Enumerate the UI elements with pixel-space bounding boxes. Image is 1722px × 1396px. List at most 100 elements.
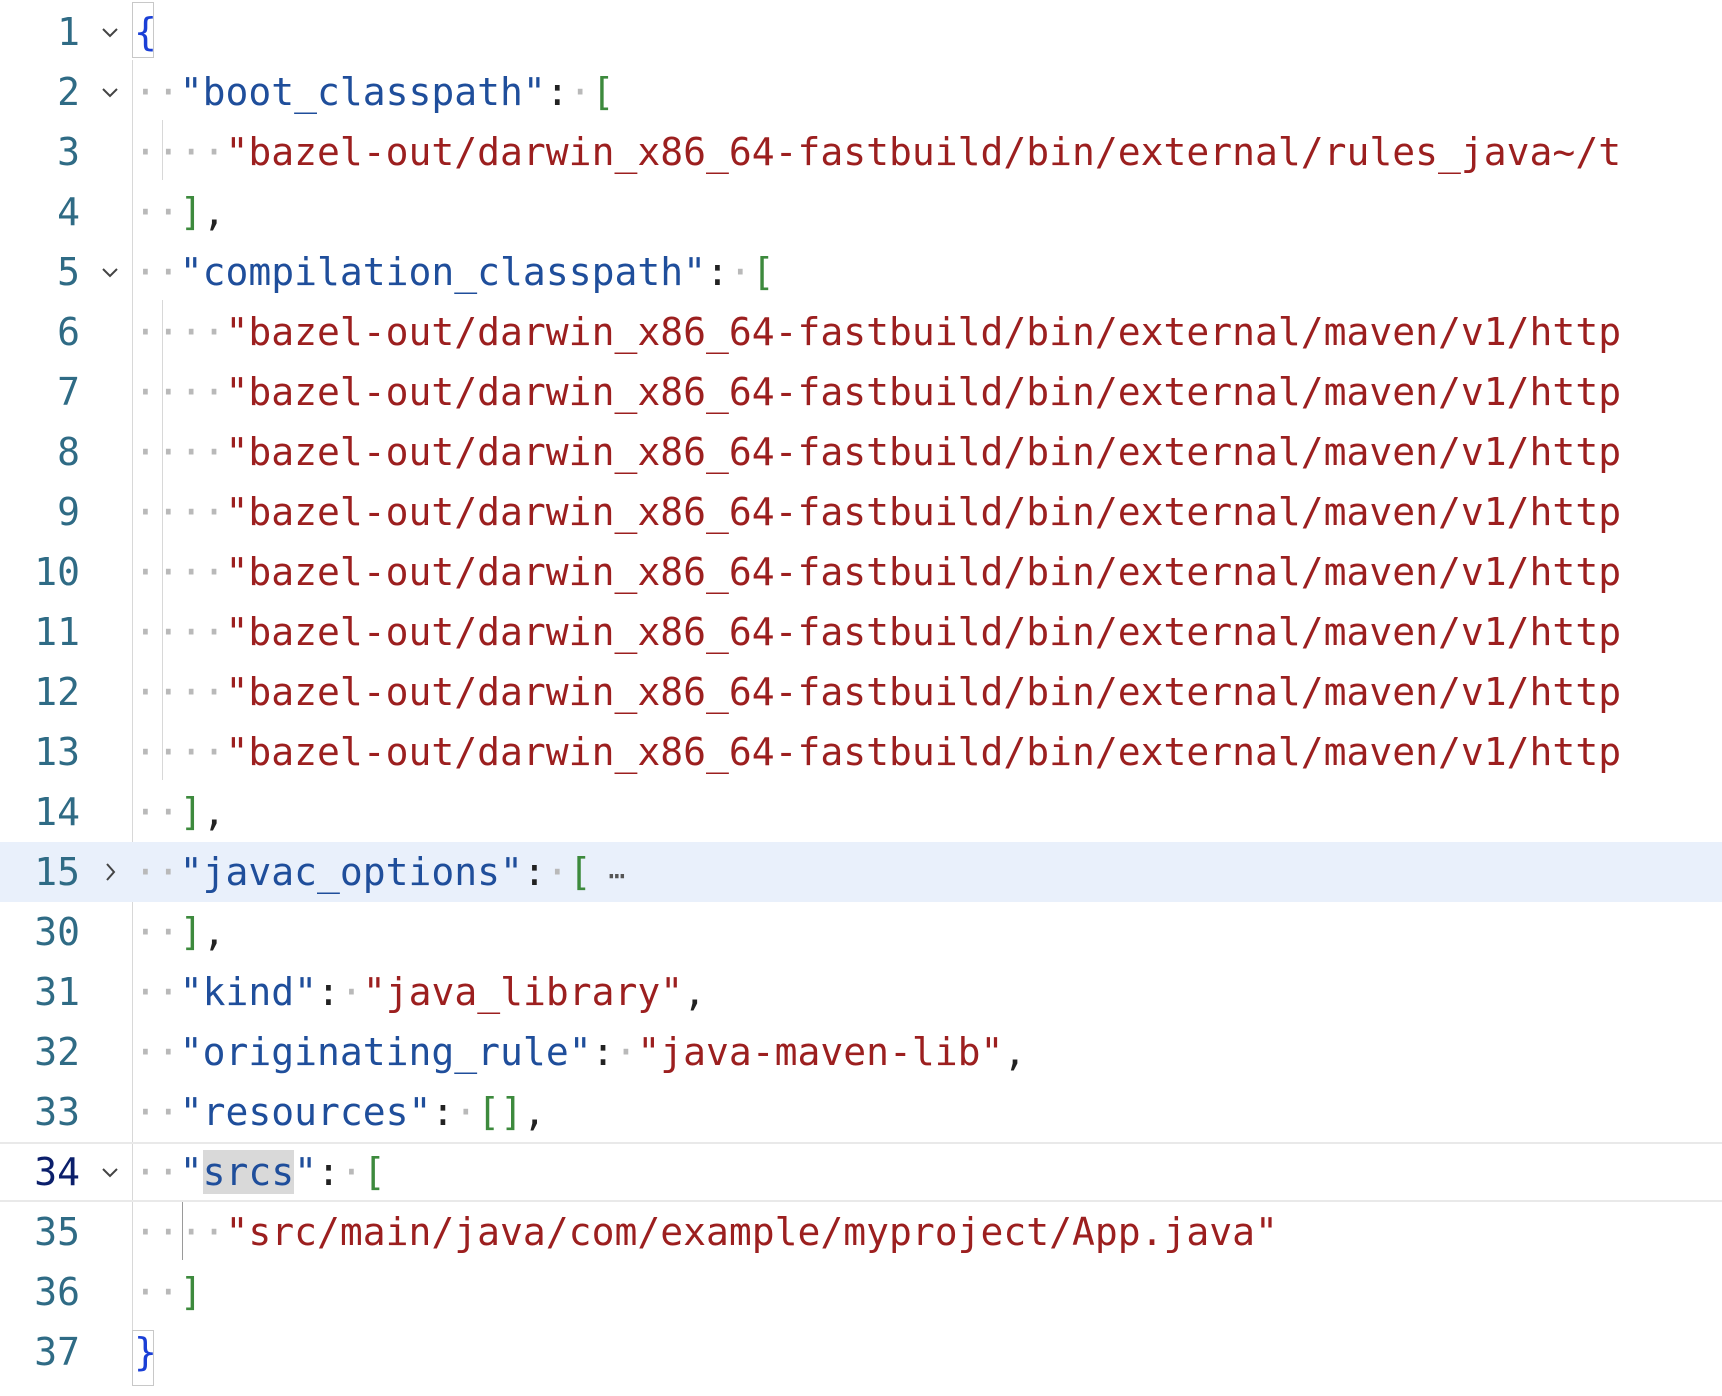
code-token: ·· [134,850,180,894]
line-number: 4 [57,190,80,234]
code-token: ] [179,190,203,234]
code-token: ···· [134,130,226,174]
code-token: · [728,250,752,294]
code-line[interactable]: 2 ··"boot_classpath":·[ [0,62,1722,122]
code-line[interactable]: 11 ····"bazel-out/darwin_x86_64-fastbuild… [0,602,1722,662]
code-token: [ [751,250,775,294]
code-token: ] [179,910,203,954]
code-line[interactable]: 31 ··"kind":·"java_library", [0,962,1722,1022]
code-token: : [545,70,569,114]
code-line[interactable]: 36 ··] [0,1262,1722,1322]
line-number: 13 [34,730,80,774]
code-token: "bazel-out/darwin_x86_64-fastbuild/bin/e… [225,310,1622,354]
line-number: 32 [34,1030,80,1074]
code-token: "kind" [179,970,318,1014]
code-content: ····"bazel-out/darwin_x86_64-fastbuild/b… [134,362,1722,422]
code-token: : [522,850,546,894]
code-line[interactable]: 3 ····"bazel-out/darwin_x86_64-fastbuild/… [0,122,1722,182]
code-token: · [339,1150,363,1194]
code-token: [] [477,1090,523,1134]
code-token: ···· [134,490,226,534]
code-line[interactable]: 12 ····"bazel-out/darwin_x86_64-fastbuild… [0,662,1722,722]
code-line[interactable]: 13 ····"bazel-out/darwin_x86_64-fastbuild… [0,722,1722,782]
code-content: ··"boot_classpath":·[ [134,62,1722,122]
code-line[interactable]: 32 ··"originating_rule":·"java-maven-lib"… [0,1022,1722,1082]
code-token: ···· [134,430,226,474]
code-line[interactable]: 4 ··], [0,182,1722,242]
code-token: · [545,850,569,894]
code-token: "bazel-out/darwin_x86_64-fastbuild/bin/e… [225,730,1622,774]
line-number: 37 [34,1330,80,1374]
code-token: ···· [134,1210,226,1254]
line-number: 15 [34,850,80,894]
code-token: ·· [134,790,180,834]
code-token: "src/main/java/com/example/myproject/App… [225,1210,1278,1254]
line-number: 3 [57,130,80,174]
code-token: , [202,790,226,834]
code-token: "java_library" [362,970,684,1014]
code-content: ··"compilation_classpath":·[ [134,242,1722,302]
code-token: · [568,70,592,114]
code-line[interactable]: 37} [0,1322,1722,1382]
code-token: } [134,1330,157,1374]
code-token: : [705,250,729,294]
code-content: ····"src/main/java/com/example/myproject… [134,1202,1722,1262]
line-number: 5 [57,250,80,294]
code-token: , [683,970,707,1014]
code-editor[interactable]: 1{2 ··"boot_classpath":·[3 ····"bazel-out/… [0,0,1722,1396]
code-token: , [522,1090,546,1134]
code-line[interactable]: 14 ··], [0,782,1722,842]
code-token: · [454,1090,478,1134]
code-line[interactable]: 10 ····"bazel-out/darwin_x86_64-fastbuild… [0,542,1722,602]
code-token: "bazel-out/darwin_x86_64-fastbuild/bin/e… [225,430,1622,474]
code-line[interactable]: 1{ [0,2,1722,62]
line-number: 12 [34,670,80,714]
code-token: ·· [134,910,180,954]
line-number: 6 [57,310,80,354]
code-token: ···· [134,610,226,654]
code-token: ·· [134,1150,180,1194]
code-line[interactable]: 6 ····"bazel-out/darwin_x86_64-fastbuild/… [0,302,1722,362]
code-line[interactable]: 8 ····"bazel-out/darwin_x86_64-fastbuild/… [0,422,1722,482]
code-content: ··"originating_rule":·"java-maven-lib", [134,1022,1722,1082]
line-number: 35 [34,1210,80,1254]
code-token: ···· [134,370,226,414]
code-token: ···· [134,310,226,354]
code-line[interactable]: 7 ····"bazel-out/darwin_x86_64-fastbuild/… [0,362,1722,422]
code-line[interactable]: 34 ··"srcs":·[ [0,1142,1722,1202]
code-token: ···· [134,670,226,714]
code-line[interactable]: 33 ··"resources":·[], [0,1082,1722,1142]
code-token: "bazel-out/darwin_x86_64-fastbuild/bin/e… [225,130,1622,174]
folded-ellipsis-icon[interactable]: ⋯ [592,859,625,892]
code-token: , [202,190,226,234]
code-token: ·· [134,1270,180,1314]
code-token: , [202,910,226,954]
code-content: ····"bazel-out/darwin_x86_64-fastbuild/b… [134,602,1722,662]
line-number: 11 [34,610,80,654]
code-content: ····"bazel-out/darwin_x86_64-fastbuild/b… [134,662,1722,722]
line-number: 8 [57,430,80,474]
code-content: ····"bazel-out/darwin_x86_64-fastbuild/b… [134,542,1722,602]
code-token: "javac_options" [179,850,523,894]
code-token: "boot_classpath" [179,70,546,114]
code-token: ·· [134,1030,180,1074]
code-content: ··], [134,902,1722,962]
code-token: "java-maven-lib" [637,1030,1004,1074]
code-line[interactable]: 30 ··], [0,902,1722,962]
code-line[interactable]: 15 ··"javac_options":·[ ⋯ [0,842,1722,902]
code-line[interactable]: 9 ····"bazel-out/darwin_x86_64-fastbuild/… [0,482,1722,542]
code-token: ·· [134,250,180,294]
code-token: , [1003,1030,1027,1074]
code-line[interactable]: 35 ····"src/main/java/com/example/myproje… [0,1202,1722,1262]
code-content: ····"bazel-out/darwin_x86_64-fastbuild/b… [134,482,1722,542]
code-token: srcs [202,1150,295,1194]
code-content: ··"kind":·"java_library", [134,962,1722,1022]
code-content: ··] [134,1262,1722,1322]
code-token: : [431,1090,455,1134]
code-line[interactable]: 5 ··"compilation_classpath":·[ [0,242,1722,302]
code-content: ····"bazel-out/darwin_x86_64-fastbuild/b… [134,122,1722,182]
code-token: : [317,1150,340,1194]
code-content: ··], [134,782,1722,842]
code-token: "resources" [179,1090,432,1134]
code-content: ····"bazel-out/darwin_x86_64-fastbuild/b… [134,722,1722,782]
